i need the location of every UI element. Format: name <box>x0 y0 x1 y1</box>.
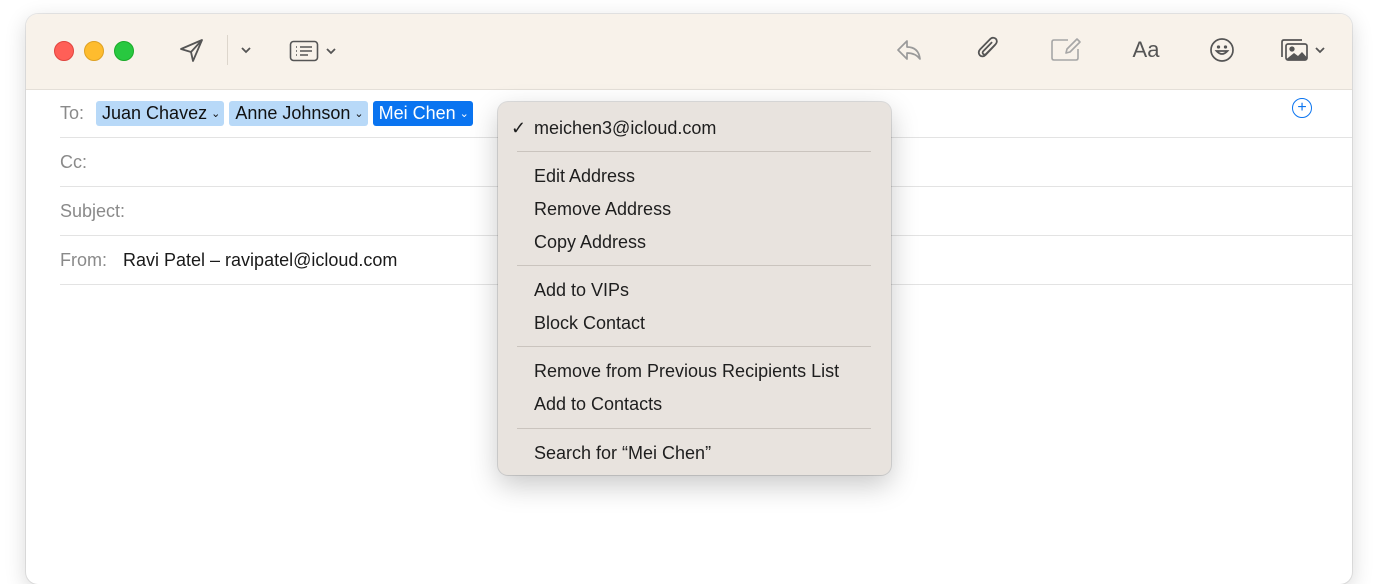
chevron-down-icon <box>1315 47 1325 54</box>
emoji-button[interactable] <box>1206 35 1238 65</box>
markup-button[interactable] <box>1049 35 1083 65</box>
menu-item-remove-address[interactable]: Remove Address <box>534 198 671 220</box>
menu-item-add-to-vips[interactable]: Add to VIPs <box>534 279 629 301</box>
smiley-icon <box>1210 38 1234 62</box>
menu-separator <box>517 265 871 266</box>
toolbar: Aa <box>26 14 1352 90</box>
menu-item-copy-address[interactable]: Copy Address <box>534 231 646 253</box>
send-button[interactable] <box>176 36 208 66</box>
zoom-button[interactable] <box>114 41 134 61</box>
chevron-down-icon: ⌄ <box>354 107 364 120</box>
paperclip-icon <box>977 36 998 58</box>
recipient-name: Juan Chavez <box>102 102 208 123</box>
from-account-popup[interactable]: Ravi Patel – ravipatel@icloud.com <box>123 250 397 271</box>
toolbar-separator <box>227 35 228 65</box>
minimize-button[interactable] <box>84 41 104 61</box>
photo-browser-button[interactable] <box>1277 35 1327 65</box>
header-fields-button[interactable] <box>285 36 341 66</box>
recipient-context-menu: ✓ meichen3@icloud.com Edit Address Remove… <box>498 102 891 475</box>
close-button[interactable] <box>54 41 74 61</box>
chevron-down-icon: ⌄ <box>211 107 221 120</box>
reply-icon <box>897 40 921 60</box>
add-recipient-icon[interactable]: + <box>1292 98 1312 118</box>
list-card-icon <box>289 40 319 62</box>
checkmark-icon: ✓ <box>511 118 527 138</box>
send-icon <box>180 39 203 62</box>
send-options-chevron[interactable] <box>236 40 256 60</box>
menu-item-edit-address[interactable]: Edit Address <box>534 165 635 187</box>
menu-item-remove-previous-recipients[interactable]: Remove from Previous Recipients List <box>534 360 839 382</box>
photos-icon <box>1281 39 1308 61</box>
markup-icon <box>1051 38 1081 61</box>
email-label: meichen3@icloud.com <box>534 118 717 138</box>
format-button[interactable]: Aa <box>1124 35 1168 65</box>
recipient-name: Anne Johnson <box>235 102 351 123</box>
menu-item-search[interactable]: Search for “Mei Chen” <box>534 442 711 464</box>
menu-separator <box>517 428 871 429</box>
menu-item-block-contact[interactable]: Block Contact <box>534 312 645 334</box>
attach-button[interactable] <box>973 35 1005 65</box>
menu-item-add-to-contacts[interactable]: Add to Contacts <box>534 393 662 415</box>
recipient-chip-selected[interactable]: Mei Chen ⌄ <box>372 100 473 126</box>
recipient-name: Mei Chen <box>378 102 456 123</box>
chevron-down-icon <box>326 48 336 55</box>
reply-button[interactable] <box>893 35 925 65</box>
recipient-chip[interactable]: Juan Chavez ⌄ <box>96 100 225 126</box>
to-label: To: <box>60 102 85 123</box>
from-label: From: <box>60 249 107 270</box>
cc-label: Cc: <box>60 151 87 172</box>
menu-separator <box>517 151 871 152</box>
recipient-chip[interactable]: Anne Johnson ⌄ <box>229 100 368 126</box>
menu-separator <box>517 346 871 347</box>
chevron-down-icon: ⌄ <box>459 107 469 120</box>
chevron-down-icon <box>241 47 251 54</box>
menu-item-email[interactable]: ✓ meichen3@icloud.com <box>511 117 716 139</box>
subject-label: Subject: <box>60 200 126 221</box>
